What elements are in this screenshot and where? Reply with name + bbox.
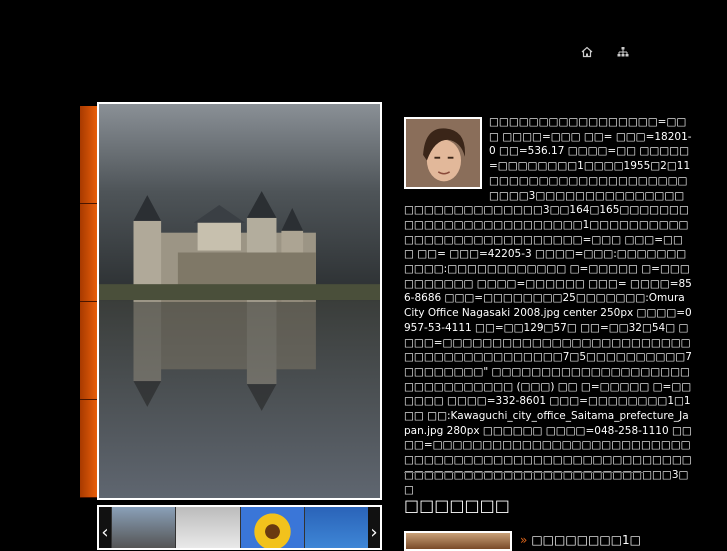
sitemap-icon[interactable] [616,44,630,58]
thumbnail-next-button[interactable]: › [368,507,380,548]
thumbnail-prev-button[interactable]: ‹ [99,507,111,548]
slideshow-tab-bar [80,106,97,498]
slideshow-tab[interactable] [80,400,97,498]
section-divider [404,472,644,473]
slideshow-tab[interactable] [80,302,97,400]
hero-image-castle [97,102,382,500]
slideshow-tab[interactable] [80,204,97,302]
header-icons [580,44,630,58]
thumbnail-strip: ‹ › [97,505,382,550]
thumbnail-stop-sign[interactable] [303,507,368,548]
article-body: □□□□□□□□□□□□□□□□□=□□□ □□□□=□□□ □□= □□□=1… [404,115,692,497]
section-title: □□□□□□□ [404,496,510,515]
thumbnail-sunflower[interactable] [239,507,304,548]
slideshow-tab[interactable] [80,106,97,204]
thumbnail-castle[interactable] [111,507,176,548]
thumbnail-kitten[interactable] [175,507,240,548]
news-thumbnail[interactable] [404,531,512,551]
home-icon[interactable] [580,44,594,58]
